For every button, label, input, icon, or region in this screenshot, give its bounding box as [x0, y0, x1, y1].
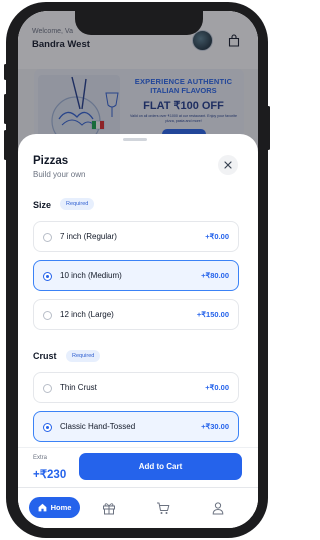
option-label: 12 inch (Large) — [60, 310, 114, 319]
option-price: +₹30.00 — [201, 422, 229, 431]
option-price: +₹0.00 — [205, 232, 229, 241]
close-icon — [224, 161, 232, 169]
cart-icon[interactable] — [156, 501, 170, 515]
phone-notch — [75, 11, 203, 35]
option-label: Thin Crust — [60, 383, 97, 392]
option-price: +₹0.00 — [205, 383, 229, 392]
option-label: 10 inch (Medium) — [60, 271, 122, 280]
crust-option-hand-tossed[interactable]: Classic Hand-Tossed +₹30.00 — [33, 411, 239, 442]
gift-icon[interactable] — [102, 501, 116, 515]
option-price: +₹150.00 — [196, 310, 229, 319]
sheet-subtitle: Build your own — [33, 170, 86, 179]
radio-button-selected[interactable] — [43, 272, 52, 281]
radio-button[interactable] — [43, 384, 52, 393]
size-section-title: Size — [33, 200, 52, 210]
extra-label: Extra — [33, 455, 48, 461]
user-icon[interactable] — [211, 501, 225, 515]
radio-button-selected[interactable] — [43, 423, 52, 432]
nav-home-label: Home — [50, 503, 72, 512]
size-option-medium[interactable]: 10 inch (Medium) +₹80.00 — [33, 260, 239, 291]
sheet-drag-handle[interactable] — [123, 138, 147, 141]
app-screen: Welcome, Va Bandra West EXPERIENCE AUTHE… — [18, 11, 258, 528]
close-button[interactable] — [218, 155, 238, 175]
crust-section-title: Crust — [33, 351, 57, 361]
option-label: Classic Hand-Tossed — [60, 422, 136, 431]
phone-side-button — [4, 64, 7, 80]
phone-volume-up-button — [4, 94, 7, 124]
radio-button[interactable] — [43, 233, 52, 242]
sheet-title: Pizzas — [33, 155, 69, 167]
phone-volume-down-button — [4, 130, 7, 160]
size-option-large[interactable]: 12 inch (Large) +₹150.00 — [33, 299, 239, 330]
option-price: +₹80.00 — [201, 271, 229, 280]
crust-option-thin[interactable]: Thin Crust +₹0.00 — [33, 372, 239, 403]
radio-button[interactable] — [43, 311, 52, 320]
size-required-badge: Required — [60, 198, 95, 210]
customize-sheet: Pizzas Build your own Size Required 7 in… — [18, 134, 258, 528]
crust-required-badge: Required — [66, 350, 101, 362]
size-option-regular[interactable]: 7 inch (Regular) +₹0.00 — [33, 221, 239, 252]
bottom-nav: Home — [18, 487, 258, 528]
extra-price: +₹230 — [33, 469, 67, 481]
phone-power-button — [267, 106, 270, 150]
nav-home-button[interactable]: Home — [29, 497, 80, 518]
add-to-cart-button[interactable]: Add to Cart — [79, 453, 242, 480]
option-label: 7 inch (Regular) — [60, 232, 117, 241]
home-icon — [38, 503, 46, 512]
